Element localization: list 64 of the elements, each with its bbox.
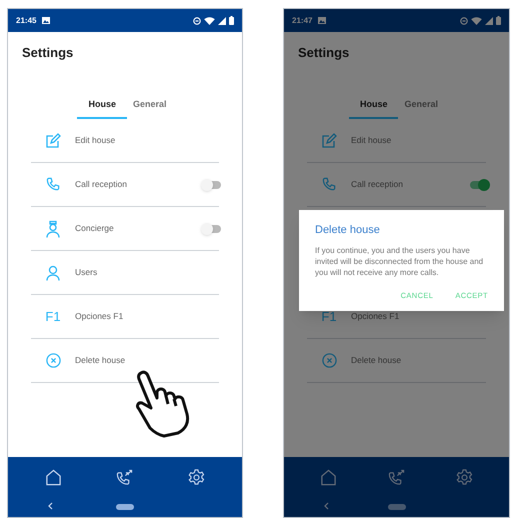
row-icon-label: F1 (321, 308, 337, 326)
do-not-disturb-icon (193, 16, 201, 24)
battery-icon (496, 16, 501, 25)
signal-icon (218, 16, 226, 24)
back-chevron-icon (48, 502, 53, 510)
toggle-switch[interactable] (201, 222, 223, 234)
row-label: Edit house (75, 134, 116, 147)
tab[interactable]: House (77, 98, 127, 119)
phone-arrows-icon (388, 468, 405, 486)
back-chevron-icon (324, 502, 329, 510)
settings-row[interactable]: Concierge (31, 207, 219, 251)
phone-icon (46, 177, 60, 192)
tab[interactable]: General (126, 98, 173, 119)
settings-icon (456, 468, 474, 486)
row-label: Users (75, 266, 98, 279)
person-with-cap-icon (46, 220, 60, 238)
row-label: Call reception (75, 178, 128, 191)
phone-icon (322, 177, 336, 192)
row-label: Delete house (75, 354, 126, 367)
phone-arrows-icon (116, 468, 134, 486)
settings-row[interactable]: Edit house (31, 119, 219, 163)
wifi-icon (471, 16, 482, 24)
toggle-switch[interactable] (201, 178, 223, 190)
image-icon (42, 17, 50, 24)
row-label: Edit house (351, 134, 392, 147)
status-time: 21:47 (292, 14, 312, 26)
settings-icon (188, 468, 205, 486)
settings-row[interactable]: Call reception (307, 163, 486, 207)
row-label: Opciones F1 (351, 310, 400, 323)
house-icon (320, 468, 337, 486)
settings-row[interactable]: Edit house (307, 119, 486, 163)
person-icon (46, 264, 60, 280)
home-pill-button[interactable] (388, 504, 406, 510)
screen-title: Settings (297, 44, 350, 62)
row-label: Concierge (75, 222, 115, 235)
image-icon (318, 17, 326, 24)
row-icon-label: F1 (45, 308, 61, 326)
house-icon (45, 468, 62, 486)
dialog-title: Delete house (315, 223, 381, 238)
status-time: 21:45 (16, 14, 36, 26)
battery-icon (229, 16, 234, 25)
edit-icon (45, 132, 61, 148)
tab[interactable]: General (398, 98, 444, 119)
row-label: Delete house (351, 354, 402, 367)
settings-tab[interactable] (186, 466, 207, 488)
dialog-message: If you continue, you and the users you have invited will be disconnected from the house and you will not receive any more calls. (315, 244, 484, 278)
back-button[interactable] (48, 502, 53, 510)
toggle-switch[interactable] (468, 178, 490, 190)
circle-x-icon (322, 353, 336, 368)
settings-row[interactable]: Call reception (31, 163, 219, 207)
circle-x-icon (46, 353, 60, 368)
row-label: Opciones F1 (75, 310, 124, 323)
wifi-icon (204, 16, 215, 24)
do-not-disturb-icon (460, 16, 468, 24)
tab[interactable]: House (348, 98, 398, 119)
edit-icon (321, 132, 337, 148)
home-pill-button[interactable] (116, 504, 134, 510)
screen-title: Settings (21, 44, 74, 62)
settings-row[interactable]: Delete house (307, 339, 486, 383)
settings-row[interactable]: F1 Opciones F1 (31, 295, 219, 339)
signal-icon (485, 16, 493, 24)
row-label: Call reception (351, 178, 404, 191)
settings-row[interactable]: Users (31, 251, 219, 295)
back-button[interactable] (324, 502, 329, 510)
